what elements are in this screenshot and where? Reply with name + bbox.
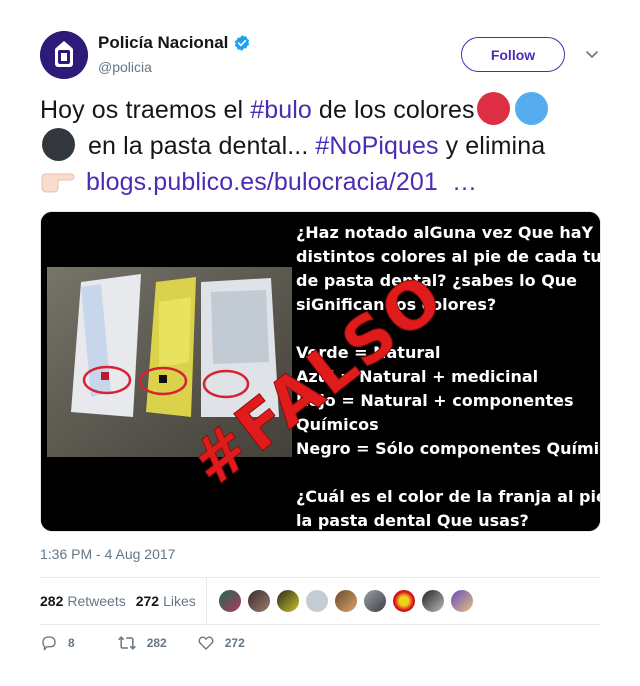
- media-text-line: ¿Haz notado alGuna vez Que haY: [296, 223, 594, 242]
- liker-avatar[interactable]: [305, 589, 329, 613]
- chevron-down-icon[interactable]: [584, 46, 600, 62]
- blue-circle-emoji: [514, 92, 548, 125]
- likes-stat[interactable]: 272 Likes: [136, 593, 196, 609]
- media-text-line: ¿Cuál es el color de la franja al pie de: [296, 487, 601, 506]
- avatar[interactable]: [40, 31, 88, 79]
- tweet-line-2: en la pasta dental... #NoPiques y elimin…: [40, 128, 600, 164]
- tweet-link[interactable]: blogs.publico.es/bulocracia/201: [86, 168, 438, 196]
- reply-icon: [42, 636, 56, 651]
- liker-avatar[interactable]: [450, 589, 474, 613]
- tweet-card: Policía Nacional @policia Follow Hoy os …: [0, 0, 640, 686]
- red-circle-emoji: [476, 92, 510, 125]
- tweet-line-3: blogs.publico.es/bulocracia/201 …: [40, 164, 600, 200]
- like-count: 272: [224, 636, 245, 650]
- retweets-stat[interactable]: 282 Retweets: [40, 593, 126, 609]
- media-text-line: distintos colores al pie de cada tubo: [296, 247, 601, 266]
- tweet-timestamp[interactable]: 1:36 PM - 4 Aug 2017: [40, 546, 175, 562]
- media-text-line: Negro = Sólo componentes Químicos: [296, 439, 601, 458]
- display-name-row[interactable]: Policía Nacional: [98, 33, 251, 53]
- retweet-button[interactable]: 282: [117, 634, 167, 652]
- media-text-line: de pasta dental? ¿sabes lo Que: [296, 271, 577, 290]
- liker-avatar[interactable]: [334, 589, 358, 613]
- black-circle-emoji: [42, 128, 75, 161]
- tweet-text-segment: Hoy os traemos el: [40, 96, 251, 124]
- verified-badge-icon: [235, 35, 250, 51]
- display-name[interactable]: Policía Nacional: [98, 33, 228, 53]
- follow-button[interactable]: Follow: [461, 37, 565, 72]
- tweet-text-segment: en la pasta dental...: [81, 132, 316, 160]
- liker-avatar[interactable]: [276, 589, 300, 613]
- link-ellipsis[interactable]: …: [452, 168, 477, 196]
- tweet-media-image[interactable]: ¿Haz notado alGuna vez Que haY distintos…: [40, 211, 601, 532]
- media-text-line: la pasta dental Que usas?: [296, 511, 529, 530]
- hashtag-bulo[interactable]: #bulo: [250, 96, 312, 124]
- tweet-line-1: Hoy os traemos el #bulo de los colores: [40, 92, 600, 128]
- heart-icon: [198, 636, 214, 650]
- retweets-count: 282: [40, 593, 64, 609]
- reply-count: 8: [68, 636, 75, 650]
- liker-avatar[interactable]: [421, 589, 445, 613]
- retweet-count: 282: [146, 636, 167, 650]
- liker-avatar[interactable]: [247, 589, 271, 613]
- retweet-icon: [117, 636, 136, 650]
- likes-count: 272: [135, 593, 160, 609]
- tweet-text-segment: y elimina: [438, 132, 546, 160]
- reply-button[interactable]: 8: [40, 634, 75, 652]
- liker-avatar[interactable]: [218, 589, 242, 613]
- liker-avatar[interactable]: [363, 589, 387, 613]
- likes-label: Likes: [163, 593, 196, 609]
- retweets-label: Retweets: [67, 593, 126, 609]
- stats-separator: [206, 578, 207, 624]
- divider: [40, 624, 600, 625]
- pointing-hand-icon: [41, 173, 75, 193]
- tweet-actions: 8 282 272: [40, 634, 271, 652]
- user-handle[interactable]: @policia: [98, 59, 152, 75]
- engagement-stats: 282 Retweets 272 Likes: [40, 578, 600, 624]
- hashtag-nopiques[interactable]: #NoPiques: [315, 132, 438, 160]
- liker-avatars: [218, 589, 479, 613]
- tweet-text: Hoy os traemos el #bulo de los colores e…: [40, 92, 600, 200]
- like-button[interactable]: 272: [197, 634, 245, 652]
- tweet-text-segment: de los colores: [311, 96, 475, 124]
- liker-avatar[interactable]: [392, 589, 416, 613]
